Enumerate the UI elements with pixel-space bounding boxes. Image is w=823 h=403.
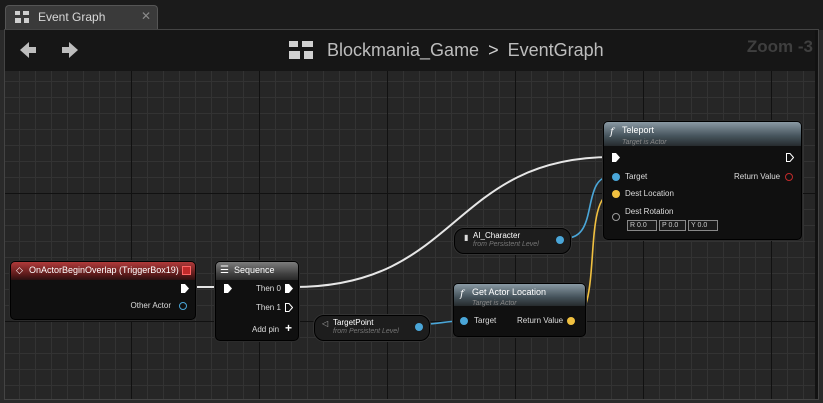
breadcrumb-blueprint[interactable]: Blockmania_Game [327, 40, 479, 61]
then-1-pin[interactable] [285, 303, 293, 312]
get-actor-location-subtitle: Target is Actor [472, 300, 517, 307]
pin-label-then-1: Then 1 [256, 303, 281, 312]
teleport-subtitle: Target is Actor [622, 139, 667, 146]
tab-event-graph[interactable]: Event Graph ✕ [5, 5, 158, 29]
ai-character-subtitle: from Persistent Level [473, 241, 539, 248]
ai-character-title: AI_Character [473, 231, 521, 240]
pin-label-return-value: Return Value [517, 316, 564, 325]
pin-label-then-0: Then 0 [256, 284, 281, 293]
event-node-title: OnActorBeginOverlap (TriggerBox19) [29, 265, 179, 275]
delegate-pin[interactable] [182, 266, 191, 275]
graph-tab-icon [15, 11, 29, 23]
rotation-p-letter: P [662, 222, 667, 229]
event-node[interactable]: ◇ OnActorBeginOverlap (TriggerBox19) Oth… [10, 261, 196, 320]
targetpoint-node[interactable]: ◁ TargetPoint from Persistent Level [314, 315, 430, 341]
sequence-icon: ☰ [220, 265, 229, 276]
pin-label-target: Target [474, 316, 497, 325]
rotation-p-value: 0.0 [668, 222, 679, 229]
exec-in-pin[interactable] [224, 284, 232, 293]
ai-character-node[interactable]: ▮ AI_Character from Persistent Level [454, 228, 571, 254]
targetpoint-subtitle: from Persistent Level [333, 328, 399, 335]
target-pin[interactable] [612, 173, 620, 181]
sequence-node-title: Sequence [234, 265, 275, 275]
then-0-pin[interactable] [285, 284, 293, 293]
targetpoint-out-pin[interactable] [415, 323, 423, 331]
pin-label-dest-rotation: Dest Rotation [625, 207, 674, 216]
target-pin[interactable] [460, 317, 468, 325]
rotation-r-value: 0.0 [637, 222, 647, 229]
pin-label-target: Target [625, 172, 648, 181]
targetpoint-title: TargetPoint [333, 318, 374, 327]
blueprint-icon [289, 41, 313, 59]
variable-icon: ▮ [464, 233, 469, 242]
function-icon: f [460, 289, 464, 300]
exec-in-pin[interactable] [612, 153, 620, 162]
breadcrumb: Blockmania_Game > EventGraph [288, 38, 604, 62]
variable-icon: ◁ [322, 319, 329, 328]
dest-location-pin[interactable] [612, 190, 620, 198]
tab-bar: Event Graph ✕ [0, 0, 823, 30]
exec-out-pin[interactable] [786, 153, 794, 162]
return-value-pin[interactable] [785, 173, 793, 181]
breadcrumb-separator: > [488, 39, 499, 60]
rotation-y-field[interactable]: Y 0.0 [688, 220, 718, 231]
function-icon: f [610, 127, 614, 138]
return-value-pin[interactable] [567, 317, 575, 325]
add-pin-icon[interactable]: + [285, 321, 292, 335]
event-node-header: ◇ OnActorBeginOverlap (TriggerBox19) [11, 262, 195, 280]
rotation-r-field[interactable]: R 0.0 [627, 220, 657, 231]
rotation-p-field[interactable]: P 0.0 [659, 220, 686, 231]
rotation-y-value: 0.0 [697, 222, 708, 229]
forward-arrow-icon[interactable] [60, 40, 80, 60]
pin-label-dest-location: Dest Location [625, 189, 674, 198]
breadcrumb-graph[interactable]: EventGraph [508, 40, 604, 61]
pin-label-other-actor: Other Actor [130, 301, 171, 310]
tab-label: Event Graph [38, 10, 106, 24]
teleport-header: f Teleport Target is Actor [604, 122, 801, 146]
other-actor-pin[interactable] [179, 302, 187, 310]
rotation-y-letter: Y [691, 222, 696, 229]
graph-header: Blockmania_Game > EventGraph Zoom -3 [5, 30, 815, 72]
sequence-node-header: ☰ Sequence [216, 262, 298, 280]
back-arrow-icon[interactable] [18, 40, 38, 60]
dest-rotation-pin[interactable] [612, 213, 620, 221]
pin-label-return-value: Return Value [734, 172, 781, 181]
get-actor-location-header: f Get Actor Location Target is Actor [454, 284, 585, 307]
rotation-r-letter: R [630, 222, 636, 229]
ai-character-out-pin[interactable] [556, 236, 564, 244]
exec-out-pin[interactable] [181, 284, 189, 293]
event-diamond-icon: ◇ [16, 265, 23, 275]
get-actor-location-node[interactable]: f Get Actor Location Target is Actor Tar… [453, 283, 586, 337]
zoom-level: Zoom -3 [746, 37, 813, 56]
close-icon[interactable]: ✕ [141, 9, 151, 23]
sequence-node[interactable]: ☰ Sequence Then 0 Then 1 Add pin + [215, 261, 299, 341]
add-pin-label[interactable]: Add pin [252, 325, 279, 334]
